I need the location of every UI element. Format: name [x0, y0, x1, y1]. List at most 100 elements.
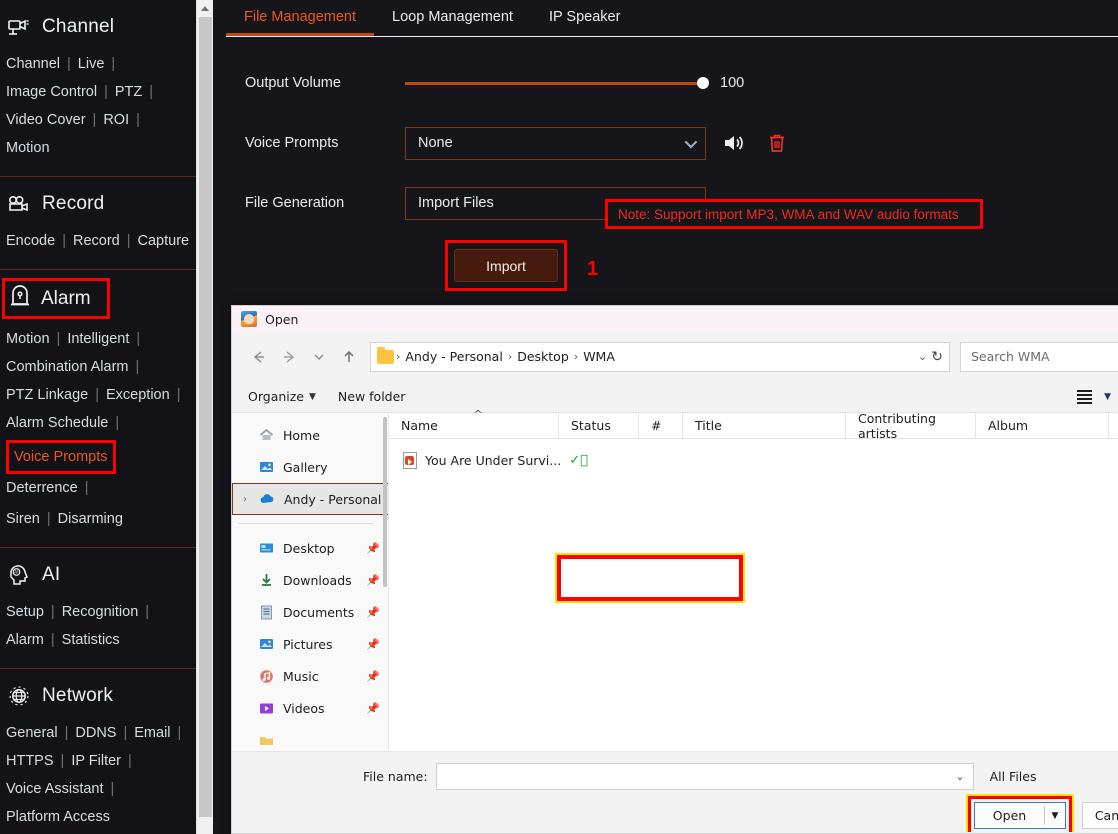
nav-item-pictures[interactable]: Pictures 📌: [232, 628, 388, 660]
tab-file-management[interactable]: File Management: [226, 0, 375, 36]
sidebar-item-alarm-schedule[interactable]: Alarm Schedule: [6, 409, 108, 437]
forward-button[interactable]: [274, 342, 304, 372]
sidebar-item-capture[interactable]: Capture: [138, 227, 190, 255]
slider-knob[interactable]: [697, 77, 709, 89]
sidebar-item-alarm-motion[interactable]: Motion: [6, 325, 50, 353]
back-button[interactable]: [244, 342, 274, 372]
sidebar-section-header-alarm[interactable]: Alarm: [2, 278, 110, 319]
open-button[interactable]: Open ▼: [974, 802, 1066, 829]
column-header-contributing-artists[interactable]: Contributing artists: [846, 411, 976, 441]
column-header-album[interactable]: Album: [976, 412, 1109, 439]
breadcrumb-item-1[interactable]: Desktop: [512, 349, 574, 364]
nav-item-andy-personal[interactable]: › Andy - Personal: [232, 483, 388, 515]
sidebar-item-encode[interactable]: Encode: [6, 227, 55, 255]
refresh-icon[interactable]: ↻: [931, 349, 943, 365]
new-folder-button[interactable]: New folder: [338, 389, 406, 404]
address-bar[interactable]: › Andy - Personal › Desktop › WMA ⌄ ↻: [370, 341, 950, 372]
sidebar-item-ptz-linkage[interactable]: PTZ Linkage: [6, 381, 88, 409]
camera-icon: [6, 14, 32, 40]
sidebar-item-motion[interactable]: Motion: [6, 134, 50, 162]
sidebar-item-video-cover[interactable]: Video Cover: [6, 106, 86, 134]
sidebar-item-statistics[interactable]: Statistics: [62, 626, 120, 654]
recent-locations-button[interactable]: [304, 342, 334, 372]
trash-icon[interactable]: [766, 132, 788, 154]
list-view-icon[interactable]: [1077, 389, 1093, 404]
nav-item-gallery[interactable]: Gallery: [232, 451, 388, 483]
sidebar-item-general[interactable]: General: [6, 719, 58, 747]
organize-button[interactable]: Organize ▼: [248, 389, 316, 404]
audio-file-icon: [403, 451, 417, 469]
column-header-name[interactable]: Name: [389, 408, 559, 439]
tab-loop-management[interactable]: Loop Management: [374, 0, 531, 35]
sidebar-item-channel[interactable]: Channel: [6, 50, 60, 78]
pin-icon[interactable]: 📌: [366, 574, 380, 587]
sidebar-item-voice-prompts-highlight[interactable]: Voice Prompts: [6, 440, 116, 474]
nav-item-music[interactable]: Music 📌: [232, 660, 388, 692]
sidebar-item-deterrence[interactable]: Deterrence: [6, 474, 78, 502]
nav-item-videos[interactable]: Videos 📌: [232, 692, 388, 724]
sidebar-item-image-control[interactable]: Image Control: [6, 78, 97, 106]
breadcrumb-item-2[interactable]: WMA: [578, 349, 620, 364]
volume-slider[interactable]: [405, 75, 709, 91]
chevron-down-icon[interactable]: ▼: [1045, 811, 1065, 821]
sidebar-item-voice-prompts[interactable]: Voice Prompts: [14, 449, 108, 465]
sidebar-section-header-network[interactable]: Network: [0, 669, 196, 719]
nav-item-label: [283, 733, 287, 748]
sidebar-link-row: Voice Prompts Deterrence |: [6, 440, 190, 502]
sidebar-item-recognition[interactable]: Recognition: [62, 598, 139, 626]
sidebar-item-https[interactable]: HTTPS: [6, 747, 54, 775]
speaker-icon[interactable]: [722, 132, 746, 154]
pin-icon[interactable]: 📌: [366, 606, 380, 619]
pin-icon[interactable]: 📌: [366, 670, 380, 683]
chevron-right-icon[interactable]: ›: [243, 494, 247, 505]
column-header-number[interactable]: #: [639, 412, 683, 439]
sidebar-item-roi[interactable]: ROI: [103, 106, 129, 134]
pin-icon[interactable]: 📌: [366, 638, 380, 651]
sidebar-item-ddns[interactable]: DDNS: [75, 719, 116, 747]
sidebar-item-siren[interactable]: Siren: [6, 505, 40, 533]
sidebar-item-voice-assistant[interactable]: Voice Assistant: [6, 775, 104, 803]
nav-item-downloads[interactable]: Downloads 📌: [232, 564, 388, 596]
nav-item-desktop[interactable]: Desktop 📌: [232, 532, 388, 564]
file-name-input[interactable]: ⌄: [435, 762, 974, 790]
breadcrumb-item-0[interactable]: Andy - Personal: [400, 349, 507, 364]
import-button[interactable]: Import: [454, 249, 558, 282]
chevron-down-icon[interactable]: ⌄: [918, 350, 927, 363]
column-header-status[interactable]: Status: [559, 412, 639, 439]
search-box[interactable]: Search WMA: [960, 341, 1118, 372]
cancel-button[interactable]: Cancel: [1082, 802, 1118, 829]
sidebar-item-combination-alarm[interactable]: Combination Alarm: [6, 353, 129, 381]
sidebar-section-header-ai[interactable]: AI AI: [0, 548, 196, 598]
sidebar-section-header-channel[interactable]: Channel: [0, 0, 196, 50]
sidebar-item-intelligent[interactable]: Intelligent: [67, 325, 129, 353]
scrollbar-up-arrow[interactable]: [197, 0, 213, 17]
pin-icon[interactable]: 📌: [366, 542, 380, 555]
sidebar-item-ai-setup[interactable]: Setup: [6, 598, 44, 626]
sidebar-section-header-record[interactable]: Record: [0, 177, 196, 227]
sidebar-item-ai-alarm[interactable]: Alarm: [6, 626, 44, 654]
nav-pane-scrollbar[interactable]: [383, 417, 387, 587]
sidebar-item-platform-access[interactable]: Platform Access: [6, 803, 110, 831]
dialog-navigation-bar: › Andy - Personal › Desktop › WMA ⌄ ↻ Se…: [232, 332, 1118, 381]
table-row[interactable]: You Are Under Survi... ✓⃝: [389, 447, 1118, 473]
nav-item-home[interactable]: Home: [232, 419, 388, 451]
chevron-down-icon[interactable]: ⌄: [955, 770, 964, 783]
up-button[interactable]: [334, 342, 364, 372]
page-scrollbar[interactable]: [196, 0, 213, 834]
sidebar-item-exception[interactable]: Exception: [106, 381, 170, 409]
chevron-down-icon[interactable]: ▼: [1104, 392, 1111, 402]
column-header-title[interactable]: Title: [683, 412, 846, 439]
scrollbar-thumb[interactable]: [199, 17, 212, 817]
voice-prompts-select[interactable]: None: [405, 126, 706, 160]
sidebar-item-ptz[interactable]: PTZ: [115, 78, 142, 106]
nav-item-documents[interactable]: Documents 📌: [232, 596, 388, 628]
tab-ip-speaker[interactable]: IP Speaker: [531, 0, 638, 35]
sidebar-item-ip-filter[interactable]: IP Filter: [71, 747, 121, 775]
sidebar-item-disarming[interactable]: Disarming: [58, 505, 123, 533]
file-type-filter[interactable]: All Files: [982, 763, 1118, 790]
sidebar-item-record[interactable]: Record: [73, 227, 120, 255]
pin-icon[interactable]: 📌: [366, 702, 380, 715]
sidebar-item-email[interactable]: Email: [134, 719, 170, 747]
nav-item-partial[interactable]: [232, 724, 388, 751]
sidebar-item-live[interactable]: Live: [78, 50, 105, 78]
